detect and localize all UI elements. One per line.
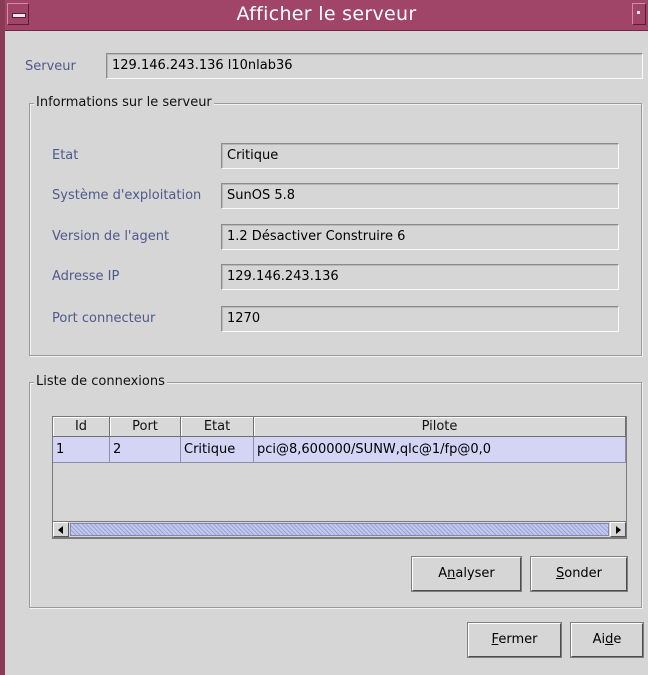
os-field: SunOS 5.8: [221, 183, 619, 209]
connector-port-label: Port connecteur: [52, 311, 156, 326]
state-label: Etat: [52, 148, 79, 163]
horizontal-scrollbar[interactable]: [52, 521, 627, 538]
column-header-port[interactable]: Port: [110, 417, 181, 437]
scroll-thumb[interactable]: [70, 523, 609, 536]
fermer-label-end: ermer: [498, 632, 538, 647]
cell-port: 2: [110, 437, 181, 463]
cell-state: Critique: [181, 437, 254, 463]
os-label: Système d'exploitation: [52, 188, 202, 203]
server-field: 129.146.243.136 l10nlab36: [106, 53, 643, 79]
ip-address-field: 129.146.243.136: [221, 264, 619, 290]
cell-driver: pci@8,600000/SUNW,qlc@1/fp@0,0: [254, 437, 626, 463]
connections-title: Liste de connexions: [34, 374, 167, 389]
agent-version-field: 1.2 Désactiver Construire 6: [221, 224, 619, 250]
state-field: Critique: [221, 143, 619, 169]
ip-address-label: Adresse IP: [52, 269, 120, 284]
window-title: Afficher le serveur: [236, 3, 417, 25]
title-bar[interactable]: Afficher le serveur: [5, 0, 648, 31]
analyser-label-end: alyser: [455, 566, 495, 581]
analyser-label-start: A: [438, 566, 448, 581]
fermer-button[interactable]: Fermer: [468, 623, 561, 657]
scroll-left-arrow-icon[interactable]: [53, 522, 69, 537]
agent-version-label: Version de l'agent: [52, 229, 170, 244]
dialog-window: Afficher le serveur Serveur 129.146.243.…: [0, 0, 648, 675]
sonder-button[interactable]: Sonder: [531, 557, 627, 591]
column-header-state[interactable]: Etat: [181, 417, 254, 437]
sonder-label-end: onder: [564, 566, 603, 581]
server-info-title: Informations sur le serveur: [34, 95, 214, 110]
column-header-driver[interactable]: Pilote: [254, 417, 626, 437]
server-label: Serveur: [25, 59, 76, 74]
aide-button[interactable]: Aide: [571, 623, 643, 657]
column-header-id[interactable]: Id: [53, 417, 110, 437]
aide-label-start: Ai: [592, 632, 606, 647]
table-header: Id Port Etat Pilote: [53, 417, 626, 437]
window-resize-icon[interactable]: [632, 3, 646, 25]
sonder-mnemonic: S: [555, 566, 565, 581]
analyser-button[interactable]: Analyser: [412, 557, 521, 591]
scroll-right-arrow-icon[interactable]: [610, 522, 626, 537]
aide-label-end: e: [613, 632, 622, 647]
connector-port-field: 1270: [221, 306, 619, 332]
table-row[interactable]: 1 2 Critique pci@8,600000/SUNW,qlc@1/fp@…: [53, 437, 626, 463]
cell-id: 1: [53, 437, 110, 463]
